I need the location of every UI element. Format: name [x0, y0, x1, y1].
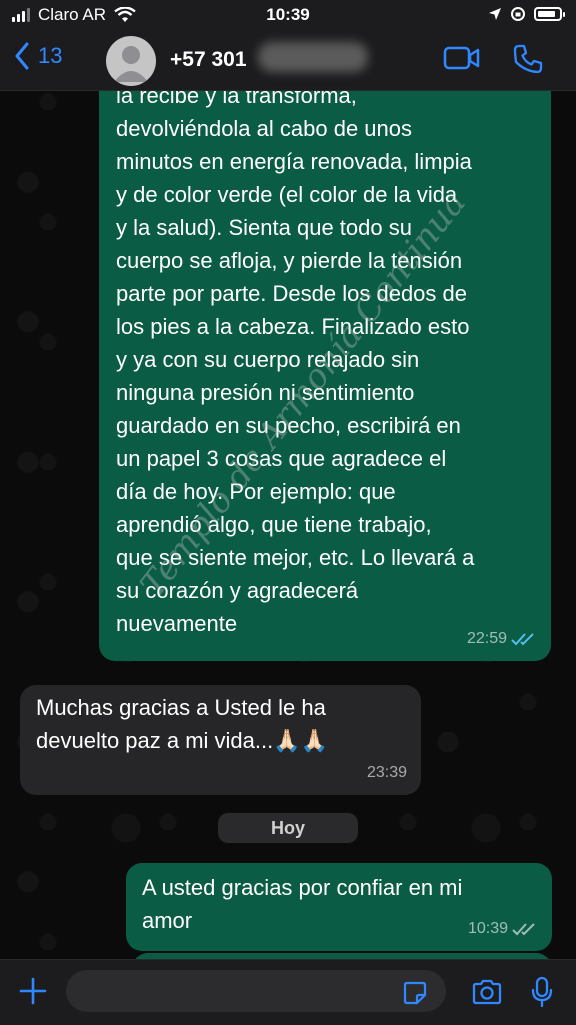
read-receipt-icon	[511, 632, 534, 645]
chat-header: 13 +57 301	[0, 30, 576, 91]
contact-name[interactable]: +57 301	[170, 48, 247, 72]
video-call-button[interactable]	[443, 45, 481, 76]
message-time: 23:39	[366, 764, 407, 781]
location-icon	[489, 8, 501, 20]
microphone-icon	[531, 976, 553, 1008]
avatar[interactable]	[106, 36, 156, 86]
redacted-number	[258, 42, 368, 72]
attach-button[interactable]	[18, 976, 48, 1011]
plus-icon	[19, 977, 47, 1005]
sticker-icon	[403, 981, 427, 1005]
chevron-left-icon	[15, 42, 29, 70]
camera-button[interactable]	[471, 978, 503, 1011]
message-input-bar	[0, 959, 576, 1025]
microphone-button[interactable]	[530, 976, 554, 1013]
sticker-button[interactable]	[402, 980, 428, 1011]
phone-icon	[513, 44, 543, 74]
message-bubble-incoming[interactable]: Muchas gracias a Usted le ha devuelto pa…	[20, 685, 421, 795]
battery-icon	[534, 7, 565, 21]
status-bar: Claro AR 10:39	[0, 0, 576, 30]
message-time: 22:59	[466, 630, 507, 647]
camera-icon	[472, 979, 502, 1005]
voice-call-button[interactable]	[512, 43, 544, 80]
message-time: 10:39	[467, 920, 508, 937]
message-input[interactable]	[66, 970, 446, 1012]
unread-count: 13	[38, 43, 63, 68]
video-camera-icon	[443, 46, 480, 70]
day-divider-label: Hoy	[270, 818, 305, 838]
message-bubble-outgoing[interactable]: A usted gracias por confiar en mi amor 1…	[126, 863, 552, 951]
person-icon	[114, 46, 148, 82]
back-button[interactable]: 13	[14, 42, 62, 70]
orientation-lock-icon	[511, 7, 525, 21]
chat-area[interactable]: la recibe y la transforma, devolviéndola…	[0, 91, 576, 959]
delivered-receipt-icon	[512, 922, 535, 935]
message-text: Muchas gracias a Usted le ha devuelto pa…	[36, 695, 329, 753]
day-divider: Hoy	[218, 813, 358, 843]
